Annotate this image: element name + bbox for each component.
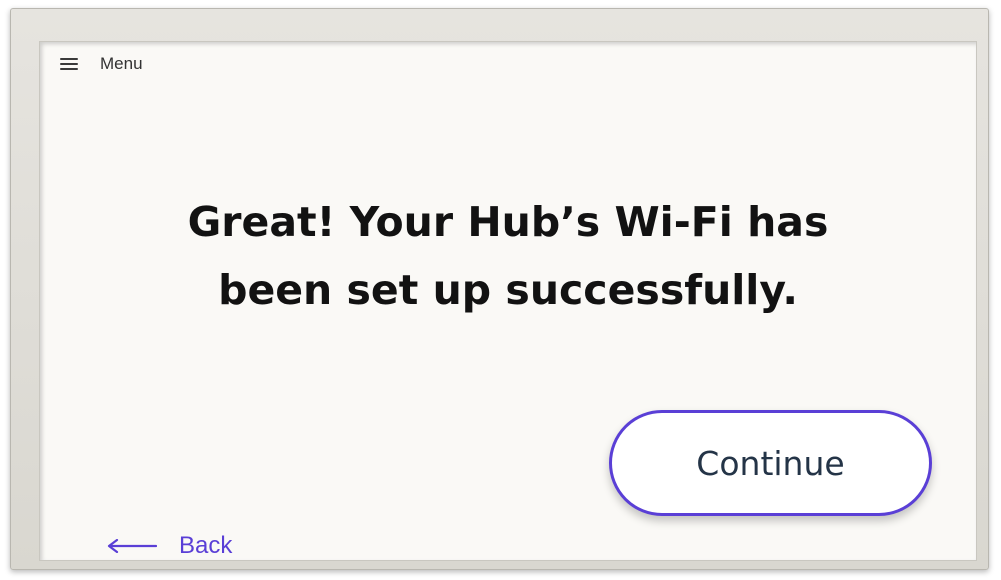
back-button[interactable]: Back — [107, 532, 232, 560]
success-message: Great! Your Hub’s Wi-Fi has been set up … — [40, 188, 976, 324]
continue-button[interactable]: Continue — [609, 410, 932, 516]
success-message-line-2: been set up successfully. — [218, 266, 798, 314]
device-bezel: Menu Great! Your Hub’s Wi-Fi has been se… — [10, 8, 989, 570]
back-label: Back — [179, 532, 233, 559]
hamburger-menu-icon — [60, 58, 78, 70]
device-screen: Menu Great! Your Hub’s Wi-Fi has been se… — [39, 41, 977, 561]
menu-button[interactable]: Menu — [60, 54, 143, 74]
success-message-line-1: Great! Your Hub’s Wi-Fi has — [187, 198, 829, 246]
menu-label: Menu — [100, 54, 143, 73]
arrow-left-icon — [107, 539, 157, 553]
